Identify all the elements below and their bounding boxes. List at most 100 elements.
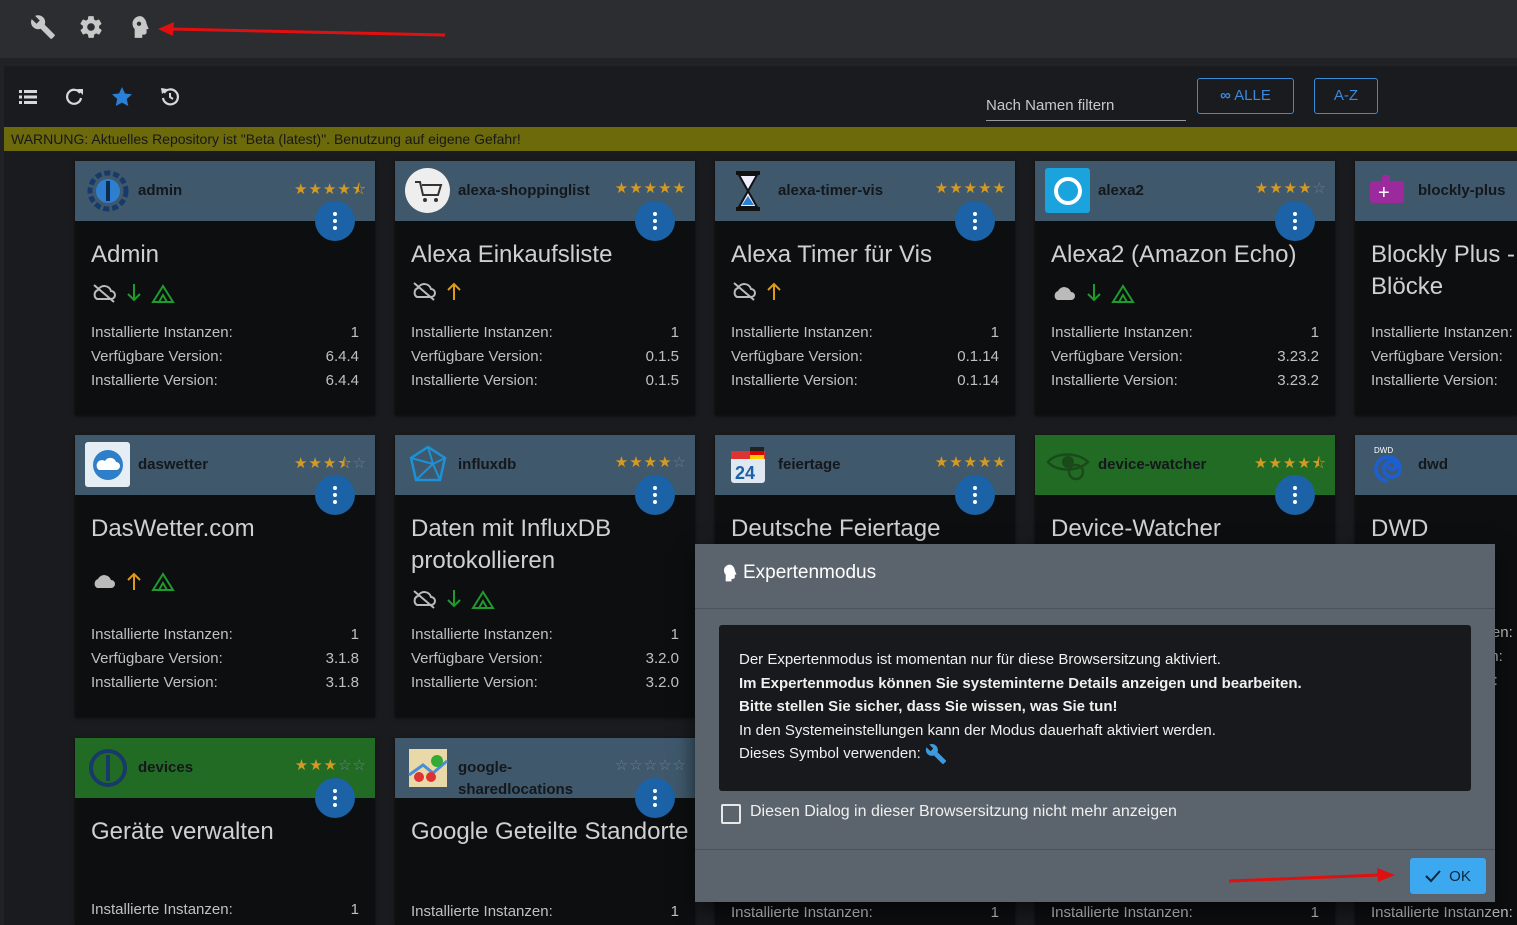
refresh-icon[interactable] bbox=[62, 85, 86, 109]
name-filter-input[interactable]: Nach Namen filtern bbox=[986, 96, 1186, 121]
cloud-off-icon bbox=[733, 282, 756, 301]
adapter-card-alexa-timer-vis[interactable]: alexa-timer-vis ★★★★★ Alexa Timer für Vi… bbox=[715, 161, 1015, 415]
adapter-card-alexa2[interactable]: alexa2 ★★★★☆ Alexa2 (Amazon Echo) Instal… bbox=[1035, 161, 1335, 415]
signal-icon bbox=[471, 590, 495, 609]
card-menu-button[interactable] bbox=[315, 475, 355, 515]
cart-icon bbox=[405, 168, 450, 213]
adapter-title: Google Geteilte Standorte bbox=[411, 818, 689, 845]
stars-on: ★★★★ bbox=[614, 454, 673, 471]
wrench-icon bbox=[925, 743, 946, 764]
rating-stars: ★★★★⯪ bbox=[294, 181, 367, 198]
adapter-card-admin[interactable]: admin ★★★★⯪ Admin Installierte Instanzen… bbox=[75, 161, 375, 415]
arrow-up-icon bbox=[127, 572, 141, 590]
instances-value: 1 bbox=[670, 903, 679, 920]
status-icons bbox=[411, 587, 495, 611]
stars-off: ☆ bbox=[672, 454, 687, 471]
signal-icon bbox=[151, 284, 175, 303]
adapter-card-blockly-plus[interactable]: + blockly-plus Blockly Plus - Blöcke Ins… bbox=[1355, 161, 1517, 415]
list-view-icon[interactable] bbox=[16, 85, 40, 109]
stars-off: ☆ bbox=[352, 455, 367, 472]
rating-stars: ★★★★☆ bbox=[595, 453, 687, 471]
instances-label: Installierte Instanzen: bbox=[1371, 904, 1513, 921]
card-menu-button[interactable] bbox=[315, 778, 355, 818]
ok-button[interactable]: OK bbox=[1410, 858, 1486, 894]
rating-stars: ★★★★★ bbox=[934, 454, 1007, 471]
card-menu-button[interactable] bbox=[1275, 475, 1315, 515]
adapter-card-daswetter[interactable]: daswetter ★★★⯪☆ DasWetter.com Installier… bbox=[75, 435, 375, 717]
adapter-title: Alexa2 (Amazon Echo) bbox=[1051, 241, 1297, 268]
adapter-title: Alexa Timer für Vis bbox=[731, 241, 932, 268]
status-icons bbox=[411, 279, 463, 303]
dialog-message: Der Expertenmodus ist momentan nur für d… bbox=[719, 625, 1471, 791]
adapter-card-alexa-shoppinglist[interactable]: alexa-shoppinglist ★★★★★ Alexa Einkaufsl… bbox=[395, 161, 695, 415]
version-info: Installierte Instanzen: 1 bbox=[411, 900, 679, 924]
version-info: Installierte Instanzen: Verfügbare Versi… bbox=[1371, 321, 1517, 393]
adapter-title: Geräte verwalten bbox=[91, 818, 274, 845]
adapter-name: alexa-shoppinglist bbox=[458, 182, 590, 199]
stars-on: ★★★★ bbox=[1254, 180, 1313, 197]
instances-value: 1 bbox=[350, 626, 359, 643]
adapter-card-influxdb[interactable]: influxdb ★★★★☆ Daten mit InfluxDB protok… bbox=[395, 435, 695, 717]
wrench-icon[interactable] bbox=[30, 14, 56, 40]
card-menu-button[interactable] bbox=[955, 475, 995, 515]
instances-label: Installierte Instanzen: bbox=[731, 904, 873, 921]
version-info: Installierte Instanzen: 1 bbox=[731, 901, 999, 925]
available-value: 3.2.0 bbox=[645, 650, 679, 667]
stars-on: ★★★⯪ bbox=[293, 455, 353, 472]
installed-value: 6.4.4 bbox=[325, 372, 359, 389]
calendar-icon: 24 bbox=[725, 442, 770, 487]
svg-text:+: + bbox=[1378, 182, 1390, 204]
installed-value: 3.1.8 bbox=[325, 674, 359, 691]
arrow-up-icon bbox=[767, 282, 781, 300]
adapter-title: Device-Watcher bbox=[1051, 515, 1221, 542]
installed-label: Installierte Version: bbox=[91, 372, 218, 389]
rating-stars: ★★★★☆ bbox=[1235, 179, 1327, 197]
instances-value: 1 bbox=[990, 324, 999, 341]
signal-icon bbox=[1111, 284, 1135, 303]
card-menu-button[interactable] bbox=[635, 201, 675, 241]
dont-show-again-checkbox[interactable] bbox=[721, 804, 741, 824]
adapter-name: admin bbox=[138, 182, 183, 199]
dont-show-again-label[interactable]: Diesen Dialog in dieser Browsersitzung n… bbox=[750, 803, 1177, 821]
installed-value: 0.1.14 bbox=[957, 372, 999, 389]
hourglass-icon bbox=[725, 168, 770, 213]
card-menu-button[interactable] bbox=[955, 201, 995, 241]
arrow-down-icon bbox=[127, 284, 141, 302]
adapter-name: alexa2 bbox=[1098, 182, 1144, 199]
card-menu-button[interactable] bbox=[635, 475, 675, 515]
sort-az-button[interactable]: A-Z bbox=[1314, 78, 1378, 114]
version-info: Installierte Instanzen: 1 Verfügbare Vers… bbox=[1051, 321, 1319, 393]
adapter-title: Alexa Einkaufsliste bbox=[411, 241, 613, 268]
card-menu-button[interactable] bbox=[1275, 201, 1315, 241]
annotation-arrow-top bbox=[158, 22, 446, 37]
message-line-5: Dieses Symbol verwenden: bbox=[739, 742, 1451, 766]
filter-all-button[interactable]: ∞ ALLE bbox=[1197, 78, 1294, 114]
adapter-name: feiertage bbox=[778, 456, 841, 473]
alexa-ring-icon bbox=[1045, 168, 1090, 213]
installed-label: Installierte Version: bbox=[411, 372, 538, 389]
blockly-puzzle-icon: + bbox=[1365, 168, 1410, 213]
gear-icon[interactable] bbox=[78, 14, 104, 40]
map-pins-icon bbox=[405, 745, 450, 790]
available-label: Verfügbare Version: bbox=[731, 348, 863, 365]
version-info-2: Installierte Instanzen: bbox=[1371, 901, 1517, 925]
instances-label: Installierte Instanzen: bbox=[1051, 904, 1193, 921]
installed-label: Installierte Version: bbox=[91, 674, 218, 691]
arrow-up-icon bbox=[447, 282, 461, 300]
available-label: Verfügbare Version: bbox=[411, 650, 543, 667]
star-icon[interactable] bbox=[110, 85, 134, 109]
update-icon[interactable] bbox=[158, 85, 182, 109]
installed-value: 0.1.5 bbox=[645, 372, 679, 389]
ok-label: OK bbox=[1449, 867, 1471, 885]
adapter-card-google-sharedlocations[interactable]: google-sharedlocations ☆☆☆☆☆ Google Gete… bbox=[395, 738, 695, 925]
card-header: alexa-timer-vis ★★★★★ bbox=[715, 161, 1015, 241]
expert-head-icon[interactable] bbox=[126, 14, 152, 40]
card-menu-button[interactable] bbox=[315, 201, 355, 241]
adapter-card-devices[interactable]: devices ★★★☆☆ Geräte verwalten Installie… bbox=[75, 738, 375, 925]
repository-warning: WARNUNG: Aktuelles Repository ist "Beta … bbox=[4, 127, 1517, 151]
available-value: 3.23.2 bbox=[1277, 348, 1319, 365]
card-menu-button[interactable] bbox=[635, 778, 675, 818]
adapter-name: influxdb bbox=[458, 456, 517, 473]
instances-value: 1 bbox=[670, 626, 679, 643]
card-header: admin ★★★★⯪ bbox=[75, 161, 375, 241]
